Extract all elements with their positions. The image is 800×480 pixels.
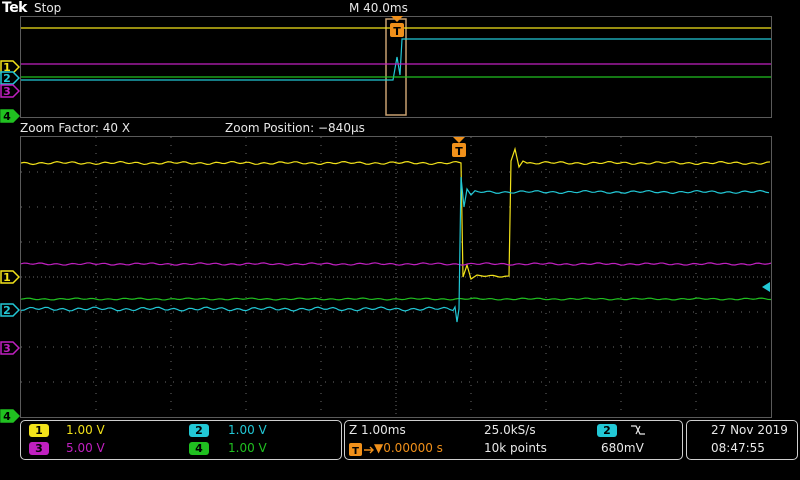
trigger-level[interactable]: 680mV (601, 441, 644, 455)
svg-text:1: 1 (3, 271, 11, 284)
trigger-level-arrow-icon[interactable] (760, 281, 772, 293)
ch4-badge[interactable]: 4 (189, 442, 209, 455)
falling-edge-icon (631, 425, 645, 435)
svg-text:T: T (352, 446, 359, 457)
ch1-scale[interactable]: 1.00 V (66, 423, 105, 437)
ch2-scale[interactable]: 1.00 V (228, 423, 267, 437)
ch3-scale[interactable]: 5.00 V (66, 441, 105, 455)
record-length: 10k points (484, 441, 547, 455)
ch4-zoom-trace (21, 297, 771, 301)
ch1-badge[interactable]: 1 (29, 424, 49, 437)
run-state: Stop (34, 1, 62, 15)
zoom-trigger-marker[interactable]: T (449, 136, 469, 160)
horizontal-scale: M 40.0ms (349, 1, 408, 15)
svg-text:2: 2 (3, 304, 11, 317)
svg-text:T: T (393, 25, 401, 38)
svg-text:T: T (455, 145, 463, 158)
ch2-overview-trace (21, 38, 771, 81)
zoom-position: Zoom Position: −840µs (225, 121, 365, 135)
tek-logo: Tek (2, 0, 28, 16)
ch2-zoom-trace (21, 176, 770, 323)
svg-text:4: 4 (3, 410, 11, 423)
zoom-factor: Zoom Factor: 40 X (20, 121, 131, 135)
time: 08:47:55 (711, 441, 765, 455)
ch4-scale[interactable]: 1.00 V (228, 441, 267, 455)
ch3-badge[interactable]: 3 (29, 442, 49, 455)
overview-ch4-marker[interactable]: 4 (0, 109, 20, 123)
ch2-badge[interactable]: 2 (189, 424, 209, 437)
zoom-ch1-marker[interactable]: 1 (0, 270, 20, 284)
zoom-graticule (21, 137, 771, 417)
sample-rate: 25.0kS/s (484, 423, 536, 437)
svg-text:3: 3 (3, 342, 11, 355)
svg-text:3: 3 (3, 85, 11, 98)
zoom-waveform-pane[interactable] (20, 136, 772, 418)
zoom-timebase-scale[interactable]: Z 1.00ms (349, 423, 406, 437)
zoom-ch4-marker[interactable]: 4 (0, 409, 20, 423)
overview-trigger-marker[interactable]: T (387, 15, 407, 39)
date: 27 Nov 2019 (711, 423, 788, 437)
trigger-source-badge[interactable]: 2 (597, 424, 617, 437)
svg-text:4: 4 (3, 110, 11, 123)
zoom-ch3-marker[interactable]: 3 (0, 341, 20, 355)
timebase-trigger-panel[interactable]: Z 1.00ms 25.0kS/s T ▼0.00000 s 10k point… (344, 420, 683, 460)
zoom-ch2-marker[interactable]: 2 (0, 303, 20, 317)
trigger-delay[interactable]: ▼0.00000 s (374, 441, 443, 455)
channel-settings-panel[interactable]: 1 1.00 V 2 1.00 V 3 5.00 V 4 1.00 V (20, 420, 342, 460)
ch3-zoom-trace (21, 262, 771, 266)
datetime-panel: 27 Nov 2019 08:47:55 (686, 420, 798, 460)
overview-ch2-marker[interactable]: 2 (0, 71, 20, 85)
overview-ch3-marker[interactable]: 3 (0, 84, 20, 98)
